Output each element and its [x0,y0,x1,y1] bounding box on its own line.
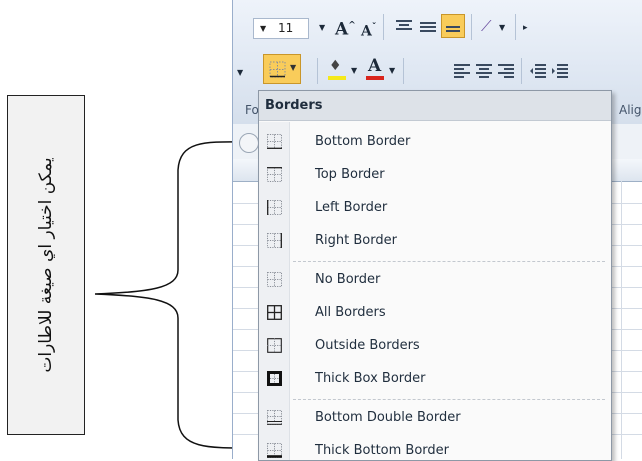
decrease-indent-icon[interactable] [529,62,547,78]
separator [317,58,318,84]
borders-menu: Borders Bottom Border Top Border Left Bo… [258,90,612,461]
bottom-border-icon [267,134,282,149]
font-size-value: 11 [278,21,294,35]
separator [515,14,516,40]
fill-bucket-icon: ♦ [329,58,342,74]
font-size-dropdown-icon[interactable]: ▼ [319,17,335,39]
align-left-icon[interactable] [453,62,471,78]
shrink-font-label: A [361,23,372,40]
thick-bottom-border-icon [267,443,282,458]
menu-item-no-border[interactable]: No Border [259,263,611,296]
menu-separator [293,399,605,400]
grow-font-label: A [335,19,349,40]
orientation-dropdown-icon[interactable]: ▼ [499,17,505,39]
borders-dropdown-icon[interactable]: ▼ [290,63,296,72]
name-box-circle-icon[interactable] [239,133,259,153]
separator [383,14,384,40]
align-center-icon[interactable] [475,62,493,78]
no-border-icon [267,272,282,287]
font-color-dropdown-icon[interactable]: ▼ [389,60,395,82]
menu-item-label: Top Border [315,167,385,182]
grow-font-button[interactable]: A^ [335,15,356,40]
align-middle-icon[interactable] [419,18,437,34]
right-border-icon [267,233,282,248]
menu-item-label: No Border [315,272,381,287]
borders-button[interactable]: ▼ [263,54,301,84]
separator [471,14,472,40]
font-size-combo[interactable]: 11 ▼ [253,18,309,39]
all-borders-icon [267,305,282,320]
align-bottom-button[interactable] [441,14,465,38]
font-group-label: Fo [245,103,259,117]
menu-item-all-borders[interactable]: All Borders [259,296,611,329]
menu-item-top-border[interactable]: Top Border [259,158,611,191]
menu-title: Borders [259,91,611,121]
fill-color-dropdown-icon[interactable]: ▼ [351,60,357,82]
menu-item-thick-box-border[interactable]: Thick Box Border [259,362,611,395]
fill-color-swatch [328,76,346,80]
menu-item-label: Right Border [315,233,397,248]
separator [521,58,522,84]
separator [403,58,404,84]
menu-item-left-border[interactable]: Left Border [259,191,611,224]
menu-item-label: All Borders [315,305,386,320]
align-top-icon[interactable] [395,18,413,34]
grid-col-line [621,181,622,459]
menu-item-label: Outside Borders [315,338,420,353]
menu-item-bottom-border[interactable]: Bottom Border [259,125,611,158]
top-border-icon [267,167,282,182]
shrink-font-button[interactable]: Aˇ [361,17,376,40]
menu-item-label: Bottom Double Border [315,410,461,425]
font-color-swatch [366,76,384,80]
callout-text: يمكن اختيار اي صيغة للاطارات [36,157,56,373]
menu-item-label: Bottom Border [315,134,411,149]
menu-item-bottom-double-border[interactable]: Bottom Double Border [259,401,611,434]
font-dropdown-arrow-icon[interactable]: ▼ [260,19,266,38]
borders-icon [269,61,286,78]
menu-item-label: Thick Box Border [315,371,426,386]
wrap-text-icon[interactable]: ▸ [523,17,528,39]
menu-item-label: Thick Bottom Border [315,443,449,458]
font-family-dropdown-icon[interactable]: ▼ [237,62,243,84]
outside-borders-icon [267,338,282,353]
menu-item-label: Left Border [315,200,388,215]
alignment-group-label: Align [619,103,642,117]
menu-separator [293,261,605,262]
menu-item-thick-bottom-border[interactable]: Thick Bottom Border [259,434,611,460]
thick-box-border-icon [267,371,282,386]
callout-box: يمكن اختيار اي صيغة للاطارات [7,95,85,435]
font-color-button[interactable]: A [365,54,387,82]
align-bottom-icon [446,26,460,32]
font-color-letter: A [368,56,382,76]
fill-color-button[interactable]: ♦ [327,58,349,82]
menu-item-outside-borders[interactable]: Outside Borders [259,329,611,362]
increase-indent-icon[interactable] [551,62,569,78]
align-right-icon[interactable] [497,62,515,78]
menu-item-right-border[interactable]: Right Border [259,224,611,257]
orientation-icon[interactable]: ⟋ [481,15,492,37]
bottom-double-border-icon [267,410,282,425]
left-border-icon [267,200,282,215]
